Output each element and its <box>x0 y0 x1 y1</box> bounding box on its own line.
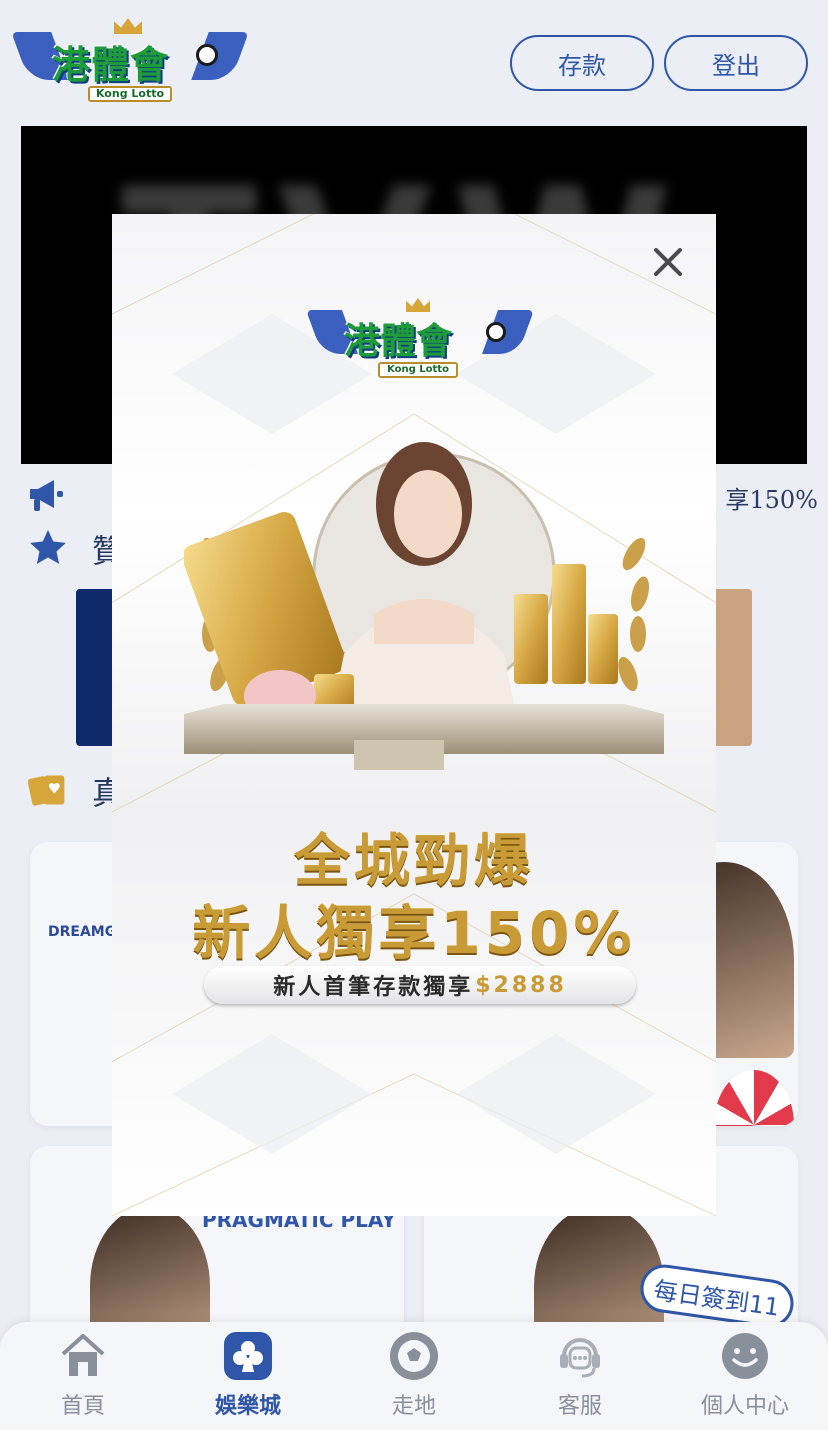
brand-logo[interactable]: 港體會 Kong Lotto <box>11 18 249 106</box>
marquee-text: 享150% <box>725 486 818 514</box>
crown-icon <box>114 18 142 34</box>
nav-profile[interactable]: 個人中心 <box>685 1330 805 1426</box>
nav-casino[interactable]: 娛樂城 <box>188 1330 308 1426</box>
soccer-ball-icon <box>390 1332 438 1380</box>
nav-profile-label: 個人中心 <box>700 1394 789 1419</box>
nav-casino-label: 娛樂城 <box>214 1394 281 1419</box>
dreamgaming-logo: DREAMG <box>48 924 117 940</box>
soccer-ball-icon <box>486 322 506 342</box>
logo-subtitle: Kong Lotto <box>88 86 172 102</box>
soccer-ball-icon <box>196 44 218 66</box>
modal-logo-text: 港體會 <box>344 321 453 362</box>
megaphone-icon <box>30 480 63 511</box>
nav-home-label: 首頁 <box>60 1394 105 1419</box>
promo-headline-secondary: 新人獨享150% <box>192 899 636 967</box>
promo-hero-illustration <box>184 442 664 770</box>
home-icon <box>61 1334 105 1376</box>
promo-headline-primary: 全城勁爆 <box>294 829 534 894</box>
nav-service[interactable]: 客服 <box>520 1330 640 1426</box>
playing-cards-icon <box>28 775 65 806</box>
star-icon <box>30 530 66 564</box>
promo-subline-pill[interactable]: 新人首筆存款獨享 $2888 <box>204 966 636 1004</box>
close-icon[interactable] <box>648 242 688 282</box>
nav-sports[interactable]: 走地 <box>354 1330 474 1426</box>
promo-amount: $2888 <box>475 972 567 998</box>
wheel-icon <box>714 1070 794 1126</box>
logo-text: 港體會 <box>52 43 170 87</box>
promo-subline-text: 新人首筆存款獨享 <box>273 975 474 1000</box>
modal-brand-logo: 港體會 Kong Lotto <box>305 298 535 382</box>
logout-button[interactable]: 登出 <box>664 35 808 91</box>
customer-service-icon <box>560 1338 600 1378</box>
smiley-icon <box>722 1333 768 1379</box>
nav-sports-label: 走地 <box>391 1394 436 1419</box>
nav-home[interactable]: 首頁 <box>23 1330 143 1426</box>
modal-logo-subtitle: Kong Lotto <box>378 362 458 378</box>
header: 港體會 Kong Lotto 存款 登出 <box>0 0 828 120</box>
promo-modal: 港體會 Kong Lotto 全城勁爆 新人獨享150% 新人首筆存款獨享 $2… <box>112 214 716 1216</box>
club-card-icon <box>224 1332 272 1380</box>
deposit-button[interactable]: 存款 <box>510 35 654 91</box>
crown-icon <box>406 298 430 312</box>
bottom-navigation: 首頁 娛樂城 走地 客服 個人中心 <box>0 1322 828 1430</box>
nav-service-label: 客服 <box>557 1394 602 1419</box>
